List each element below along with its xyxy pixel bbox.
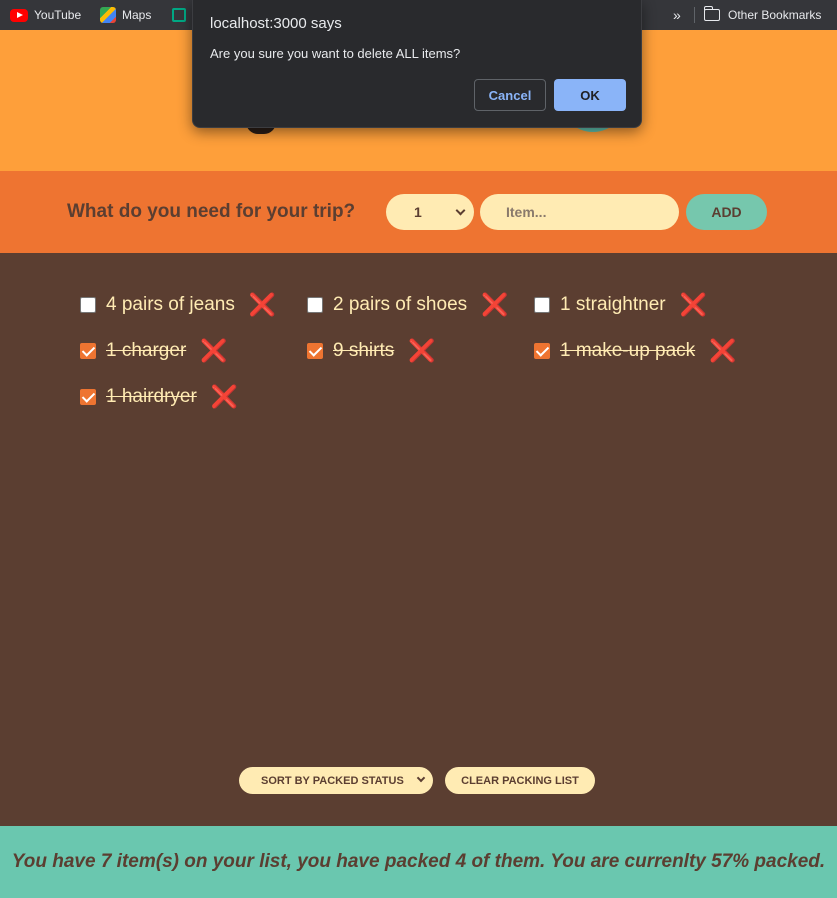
list-item: 1 make-up pack ❌ <box>534 336 737 366</box>
sort-select[interactable]: SORT BY PACKED STATUS <box>239 767 433 794</box>
list-item: 9 shirts ❌ <box>307 336 436 366</box>
delete-icon[interactable]: ❌ <box>249 294 276 316</box>
clear-list-button[interactable]: CLEAR PACKING LIST <box>445 767 595 794</box>
delete-icon[interactable]: ❌ <box>709 340 736 362</box>
list-item: 4 pairs of jeans ❌ <box>80 290 276 320</box>
list-item: 2 pairs of shoes ❌ <box>307 290 509 320</box>
item-label: 1 hairdryer <box>106 386 197 407</box>
add-button[interactable]: ADD <box>686 194 767 230</box>
item-checkbox[interactable] <box>80 389 96 405</box>
item-label: 1 straightner <box>560 294 666 315</box>
item-checkbox[interactable] <box>80 297 96 313</box>
list-item: 1 charger ❌ <box>80 336 228 366</box>
item-label: 4 pairs of jeans <box>106 294 235 315</box>
item-checkbox[interactable] <box>534 297 550 313</box>
other-bookmarks[interactable]: Other Bookmarks <box>703 0 822 30</box>
item-label: 1 charger <box>106 340 187 361</box>
item-checkbox[interactable] <box>534 343 550 359</box>
item-label: 9 shirts <box>333 340 395 361</box>
chevron-down-icon <box>416 773 426 783</box>
sort-value: SORT BY PACKED STATUS <box>261 774 404 787</box>
quantity-select[interactable]: 1 <box>386 194 474 230</box>
maps-icon <box>100 7 116 23</box>
bookmark-extension[interactable] <box>172 0 192 30</box>
bookmark-maps-label: Maps <box>122 8 152 22</box>
delete-icon[interactable]: ❌ <box>408 340 435 362</box>
delete-icon[interactable]: ❌ <box>481 294 508 316</box>
dialog-message: Are you sure you want to delete ALL item… <box>210 46 461 61</box>
item-label: 1 make-up pack <box>560 340 696 361</box>
chevron-down-icon <box>455 205 466 216</box>
item-checkbox[interactable] <box>307 343 323 359</box>
item-input[interactable] <box>480 194 679 230</box>
add-item-form: What do you need for your trip? 1 ADD <box>0 171 837 253</box>
bookmark-maps[interactable]: Maps <box>100 0 151 30</box>
bookmark-youtube[interactable]: YouTube <box>10 0 81 30</box>
extension-icon <box>172 8 186 22</box>
form-title: What do you need for your trip? <box>67 201 356 222</box>
quantity-value: 1 <box>414 204 422 220</box>
youtube-icon <box>10 8 28 22</box>
stats-footer: You have 7 item(s) on your list, you hav… <box>0 826 837 898</box>
item-checkbox[interactable] <box>307 297 323 313</box>
dialog-title: localhost:3000 says <box>210 15 342 32</box>
delete-icon[interactable]: ❌ <box>680 294 707 316</box>
delete-icon[interactable]: ❌ <box>211 386 238 408</box>
item-checkbox[interactable] <box>80 343 96 359</box>
stats-text: You have 7 item(s) on your list, you hav… <box>11 851 826 872</box>
item-label: 2 pairs of shoes <box>333 294 468 315</box>
folder-icon <box>703 6 720 21</box>
confirm-dialog: localhost:3000 says Are you sure you wan… <box>192 0 642 128</box>
list-item: 1 hairdryer ❌ <box>80 382 238 412</box>
list-item: 1 straightner ❌ <box>534 290 707 320</box>
bookmark-youtube-label: YouTube <box>34 8 82 22</box>
dialog-cancel-button[interactable]: Cancel <box>474 79 546 111</box>
bookmarks-overflow-button[interactable]: » <box>673 0 681 30</box>
dialog-ok-button[interactable]: OK <box>554 79 626 111</box>
other-bookmarks-label: Other Bookmarks <box>728 8 822 22</box>
packing-list: 4 pairs of jeans ❌ 2 pairs of shoes ❌ 1 … <box>0 253 837 826</box>
bookmarks-separator <box>694 7 695 23</box>
delete-icon[interactable]: ❌ <box>200 340 227 362</box>
